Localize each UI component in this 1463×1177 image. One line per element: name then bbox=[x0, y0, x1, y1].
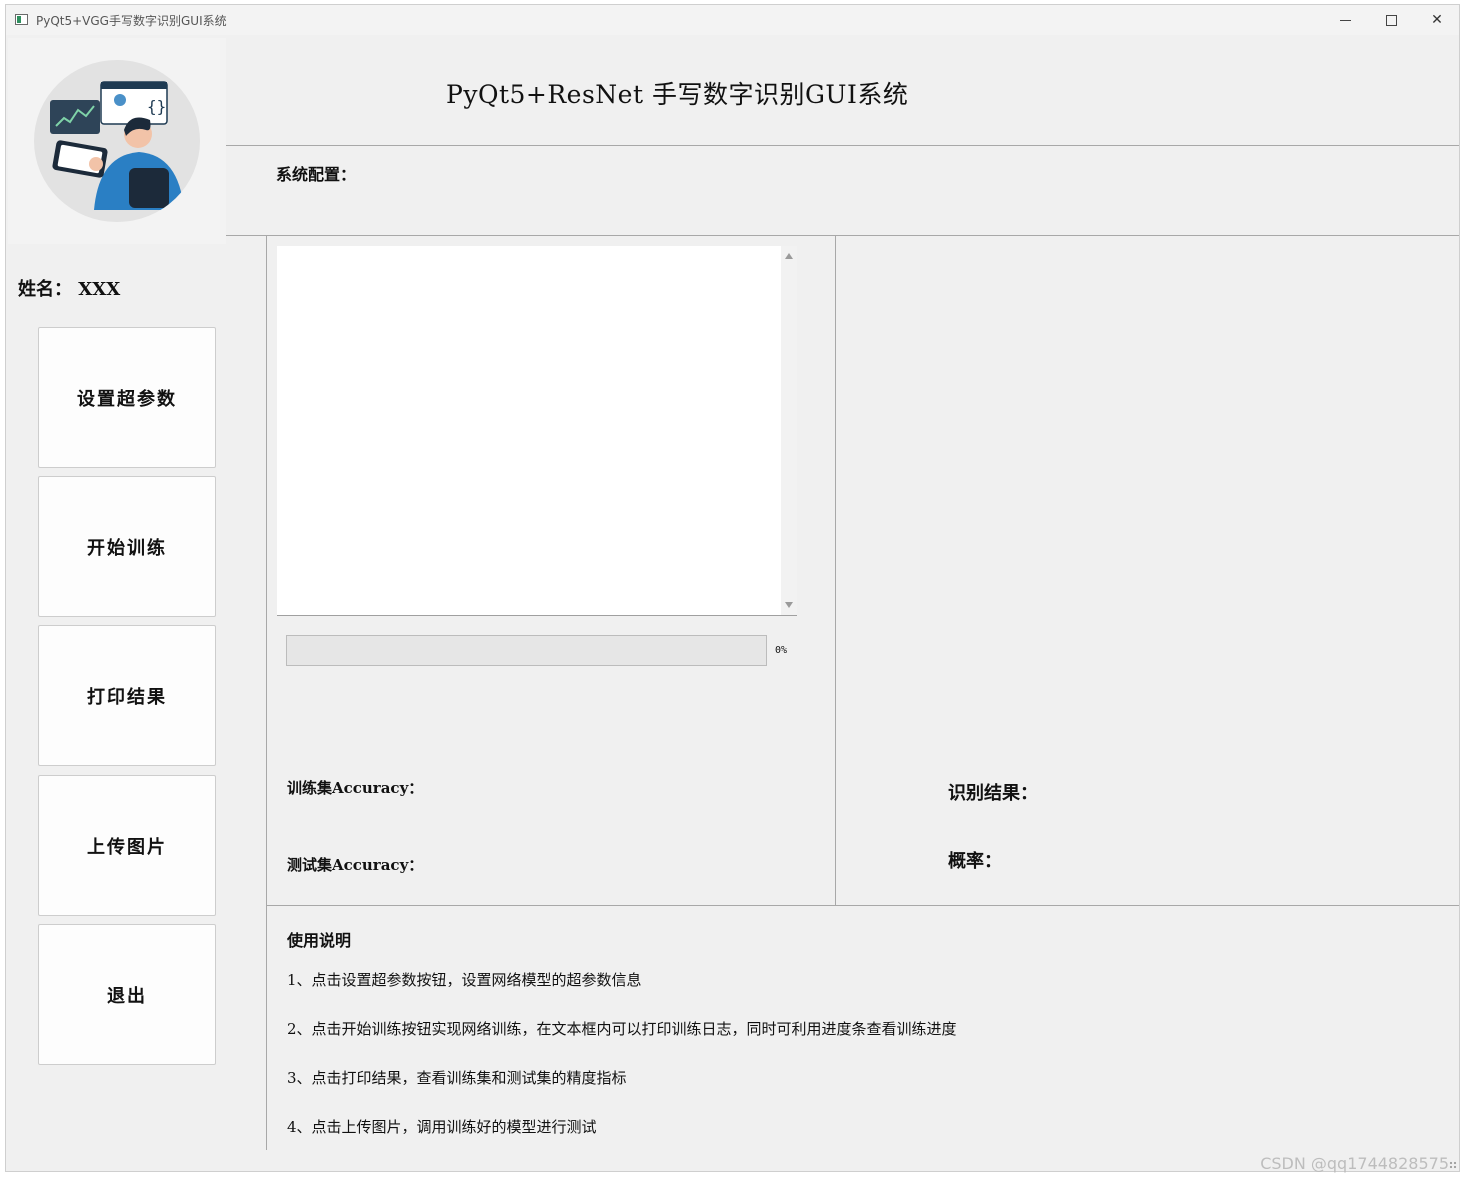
instruction-line: 3、点击打印结果，查看训练集和测试集的精度指标 bbox=[287, 1069, 627, 1087]
scroll-down-icon[interactable] bbox=[785, 602, 793, 608]
exit-button[interactable]: 退出 bbox=[38, 924, 216, 1065]
window-title: PyQt5+VGG手写数字识别GUI系统 bbox=[36, 14, 227, 28]
instruction-line: 2、点击开始训练按钮实现网络训练，在文本框内可以打印训练日志，同时可利用进度条查… bbox=[287, 1020, 957, 1038]
instructions-divider bbox=[266, 905, 1459, 906]
developer-illustration-icon: {} bbox=[50, 81, 184, 210]
avatar-panel: {} bbox=[8, 38, 226, 244]
train-accuracy-label: 训练集Accuracy： bbox=[287, 779, 424, 797]
config-divider bbox=[226, 235, 1459, 236]
scroll-up-icon[interactable] bbox=[785, 253, 793, 259]
watermark: CSDN @qq1744828575 bbox=[1260, 1154, 1449, 1173]
app-window: PyQt5+VGG手写数字识别GUI系统 ✕ {} 姓名： XXX 设置超参数 … bbox=[5, 4, 1460, 1172]
resize-grip-icon[interactable] bbox=[1449, 1161, 1457, 1169]
maximize-button[interactable] bbox=[1368, 5, 1414, 35]
probability-label: 概率： bbox=[948, 851, 1002, 872]
test-accuracy-label: 测试集Accuracy： bbox=[287, 856, 424, 874]
training-progress-bar bbox=[286, 635, 767, 666]
app-icon bbox=[15, 14, 28, 25]
page-title: PyQt5+ResNet 手写数字识别GUI系统 bbox=[446, 80, 909, 109]
recognition-result-label: 识别结果： bbox=[948, 783, 1038, 804]
center-panel-divider bbox=[835, 235, 836, 905]
instruction-line: 4、点击上传图片，调用训练好的模型进行测试 bbox=[287, 1118, 597, 1136]
avatar: {} bbox=[34, 60, 200, 222]
training-log-textarea[interactable] bbox=[277, 246, 797, 616]
left-panel-divider bbox=[266, 235, 267, 1150]
log-scrollbar[interactable] bbox=[781, 246, 797, 615]
minimize-button[interactable] bbox=[1322, 5, 1368, 35]
instruction-line: 1、点击设置超参数按钮，设置网络模型的超参数信息 bbox=[287, 971, 642, 989]
print-results-button[interactable]: 打印结果 bbox=[38, 625, 216, 766]
progress-percentage: 0% bbox=[775, 645, 788, 656]
start-training-button[interactable]: 开始训练 bbox=[38, 476, 216, 617]
name-label: 姓名： XXX bbox=[18, 279, 121, 300]
upload-image-button[interactable]: 上传图片 bbox=[38, 775, 216, 916]
instructions-title: 使用说明 bbox=[287, 931, 352, 950]
header-divider bbox=[226, 145, 1459, 146]
system-config-label: 系统配置： bbox=[276, 165, 357, 184]
close-button[interactable]: ✕ bbox=[1414, 5, 1459, 35]
set-hyperparameters-button[interactable]: 设置超参数 bbox=[38, 327, 216, 468]
svg-text:{}: {} bbox=[147, 97, 166, 116]
title-bar[interactable]: PyQt5+VGG手写数字识别GUI系统 ✕ bbox=[6, 5, 1459, 35]
